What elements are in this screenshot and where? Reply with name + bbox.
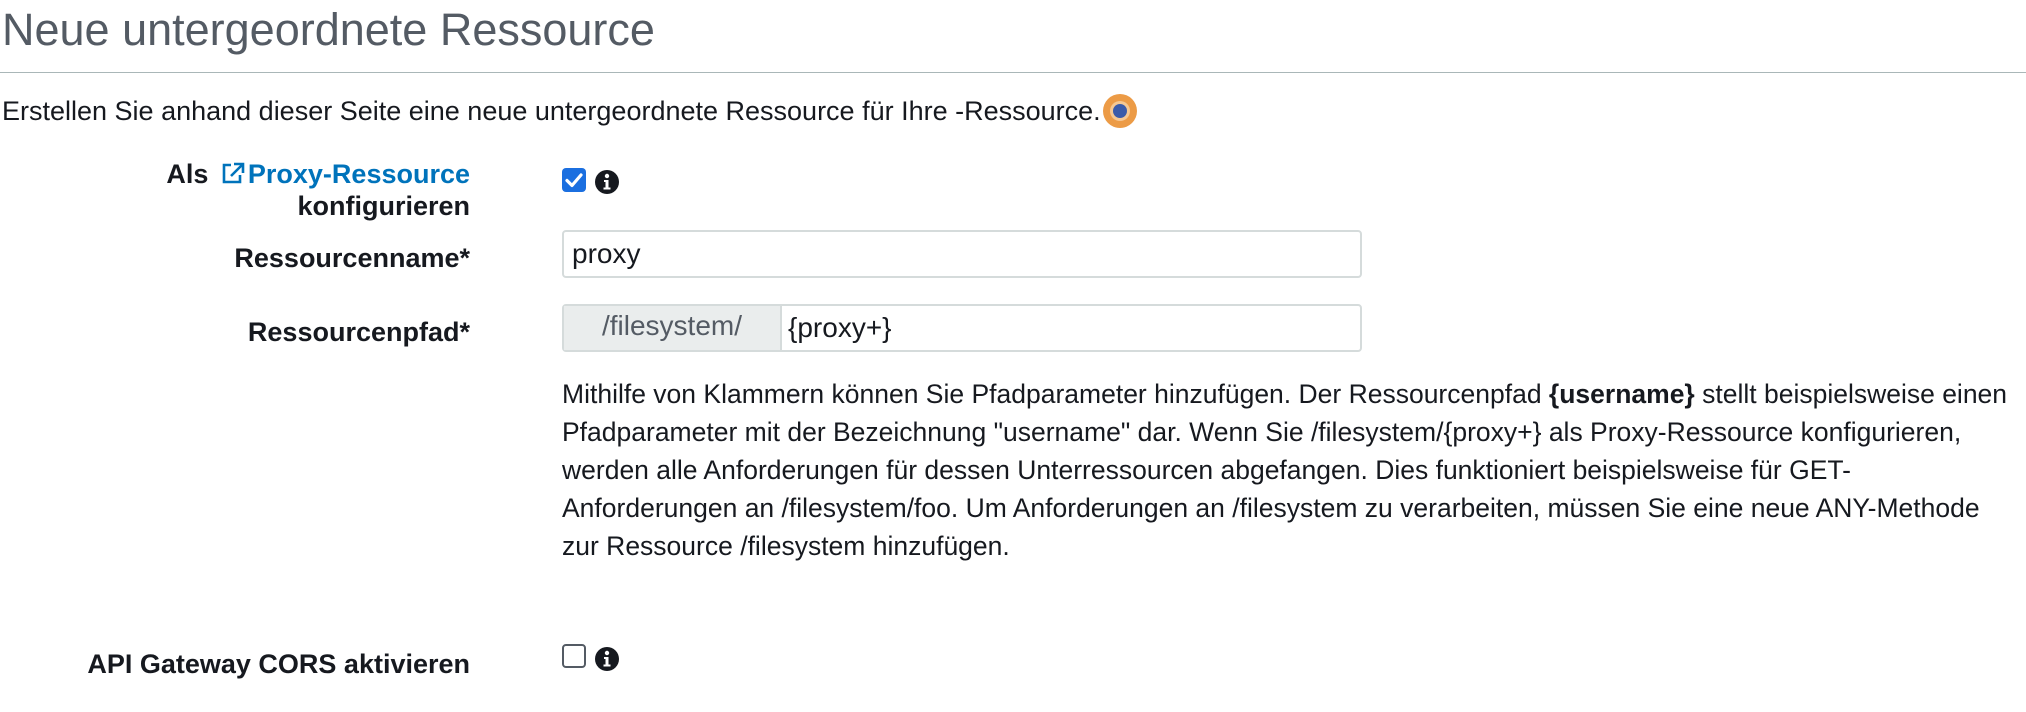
- resource-path-label: Ressourcenpfad*: [247, 317, 470, 347]
- external-link-icon: [222, 162, 245, 184]
- cors-label: API Gateway CORS aktivieren: [87, 649, 470, 679]
- info-icon[interactable]: [594, 169, 620, 195]
- proxy-resource-link[interactable]: Proxy-Ressource: [248, 159, 470, 189]
- info-icon[interactable]: [594, 646, 620, 672]
- help-icon[interactable]: [1102, 94, 1137, 128]
- resource-path-prefix: /filesystem/: [564, 306, 782, 350]
- proxy-label-suffix: konfigurieren: [297, 191, 470, 221]
- resource-path-field: /filesystem/: [562, 304, 1362, 352]
- resource-name-input[interactable]: [562, 230, 1362, 278]
- resource-path-help-text: Mithilfe von Klammern können Sie Pfadpar…: [562, 375, 2022, 565]
- page-title: Neue untergeordnete Ressource: [2, 4, 655, 55]
- help-text-part1: Mithilfe von Klammern können Sie Pfadpar…: [562, 379, 1549, 409]
- resource-name-label: Ressourcenname*: [234, 243, 470, 273]
- title-divider: [0, 72, 2026, 73]
- help-text-bold: {username}: [1548, 379, 1695, 409]
- cors-checkbox[interactable]: [562, 644, 586, 668]
- proxy-label-prefix: Als: [166, 159, 209, 189]
- intro-label: Erstellen Sie anhand dieser Seite eine n…: [2, 96, 1101, 126]
- proxy-resource-label: Als Proxy-Ressource konfigurieren: [166, 158, 470, 222]
- checkmark-icon: [565, 173, 583, 188]
- proxy-resource-checkbox[interactable]: [562, 168, 586, 192]
- intro-text: Erstellen Sie anhand dieser Seite eine n…: [2, 91, 1137, 131]
- resource-path-input[interactable]: [782, 306, 1360, 350]
